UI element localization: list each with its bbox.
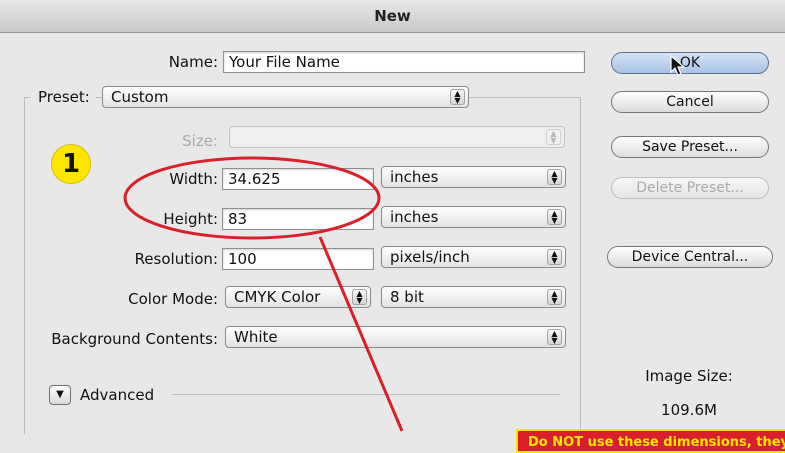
annotation-overlay [123, 156, 404, 432]
highlight-ellipse [123, 156, 381, 240]
callout-pointer-line [318, 236, 404, 432]
warning-callout: Do NOT use these dimensions, they... [516, 429, 785, 453]
